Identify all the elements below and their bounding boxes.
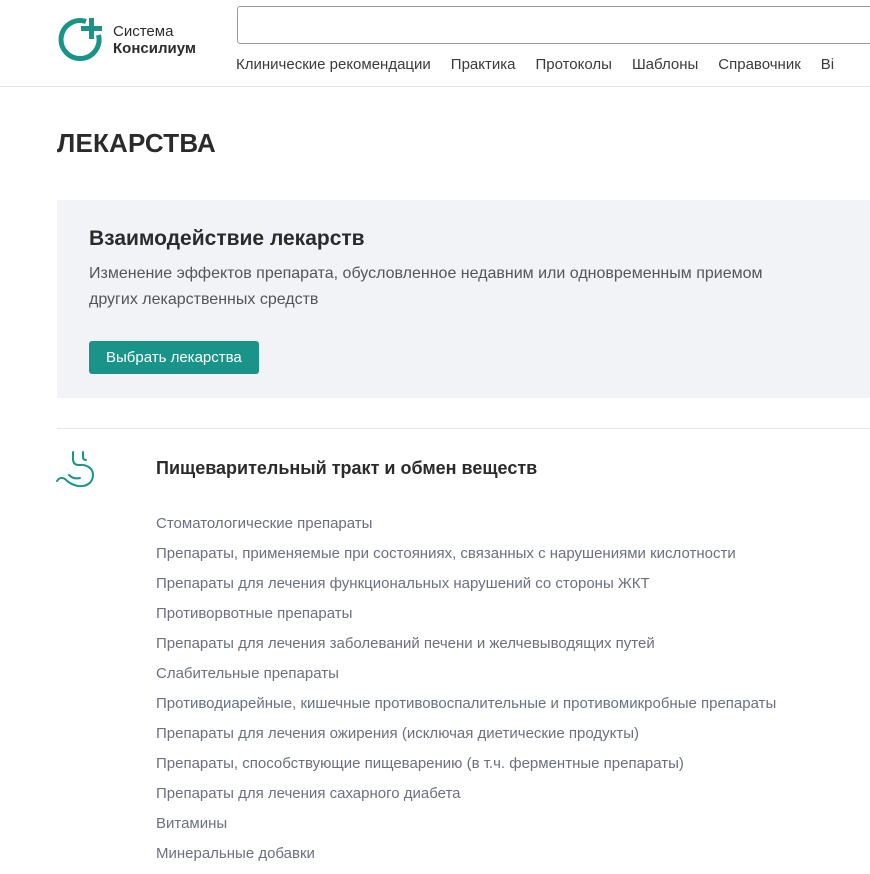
category-link[interactable]: Противорвотные препараты xyxy=(156,605,352,622)
promo-title: Взаимодействие лекарств xyxy=(89,227,365,250)
drug-interaction-promo: Взаимодействие лекарств Изменение эффект… xyxy=(57,200,870,398)
page-title: ЛЕКАРСТВА xyxy=(57,128,216,158)
search-input[interactable] xyxy=(237,6,870,44)
category-link[interactable]: Слабительные препараты xyxy=(156,665,339,682)
category-link[interactable]: Препараты, способствующие пищеварению (в… xyxy=(156,755,684,772)
nav-item-reference[interactable]: Справочник xyxy=(718,56,801,73)
category-link[interactable]: Препараты для лечения заболеваний печени… xyxy=(156,635,655,652)
list-item: Слабительные препараты xyxy=(156,664,776,694)
list-item: Препараты для лечения сахарного диабета xyxy=(156,784,776,814)
category-link[interactable]: Препараты для лечения функциональных нар… xyxy=(156,575,650,592)
nav-item-clinical-guidelines[interactable]: Клинические рекомендации xyxy=(236,56,431,73)
category-link[interactable]: Препараты для лечения ожирения (исключая… xyxy=(156,725,639,742)
list-item: Противодиарейные, кишечные противовоспал… xyxy=(156,694,776,724)
logo-line-2: Консилиум xyxy=(113,40,196,57)
promo-description: Изменение эффектов препарата, обусловлен… xyxy=(89,265,763,308)
category-link[interactable]: Препараты для лечения сахарного диабета xyxy=(156,785,461,802)
list-item: Витамины xyxy=(156,814,776,844)
list-item: Препараты, способствующие пищеварению (в… xyxy=(156,754,776,784)
category-link[interactable]: Противодиарейные, кишечные противовоспал… xyxy=(156,695,776,712)
list-item: Препараты для лечения функциональных нар… xyxy=(156,574,776,604)
logo-line-1: Система xyxy=(113,23,174,40)
category-list: Стоматологические препараты Препараты, п… xyxy=(156,514,776,874)
category-link[interactable]: Препараты, применяемые при состояниях, с… xyxy=(156,545,736,562)
category-link[interactable]: Минеральные добавки xyxy=(156,845,315,862)
nav-item-protocols[interactable]: Протоколы xyxy=(535,56,611,73)
nav-item-practice[interactable]: Практика xyxy=(451,56,516,73)
site-logo[interactable]: Система Консилиум xyxy=(56,16,196,64)
nav-item-more[interactable]: Ві xyxy=(821,56,834,73)
category-link[interactable]: Стоматологические препараты xyxy=(156,515,372,532)
plus-circle-logo-icon xyxy=(58,18,102,61)
stomach-icon xyxy=(55,450,99,495)
list-item: Препараты для лечения ожирения (исключая… xyxy=(156,724,776,754)
list-item: Стоматологические препараты xyxy=(156,514,776,544)
category-title: Пищеварительный тракт и обмен веществ xyxy=(156,458,538,478)
list-item: Противорвотные препараты xyxy=(156,604,776,634)
nav-item-templates[interactable]: Шаблоны xyxy=(632,56,698,73)
category-link[interactable]: Витамины xyxy=(156,815,227,832)
logo-text: Система Консилиум xyxy=(113,23,196,57)
section-divider xyxy=(57,428,870,429)
select-drugs-button[interactable]: Выбрать лекарства xyxy=(89,341,259,374)
main-nav: Клинические рекомендации Практика Протокол… xyxy=(236,56,854,73)
site-header: Система Консилиум Клинические рекомендац… xyxy=(0,0,870,87)
list-item: Препараты, применяемые при состояниях, с… xyxy=(156,544,776,574)
list-item: Препараты для лечения заболеваний печени… xyxy=(156,634,776,664)
